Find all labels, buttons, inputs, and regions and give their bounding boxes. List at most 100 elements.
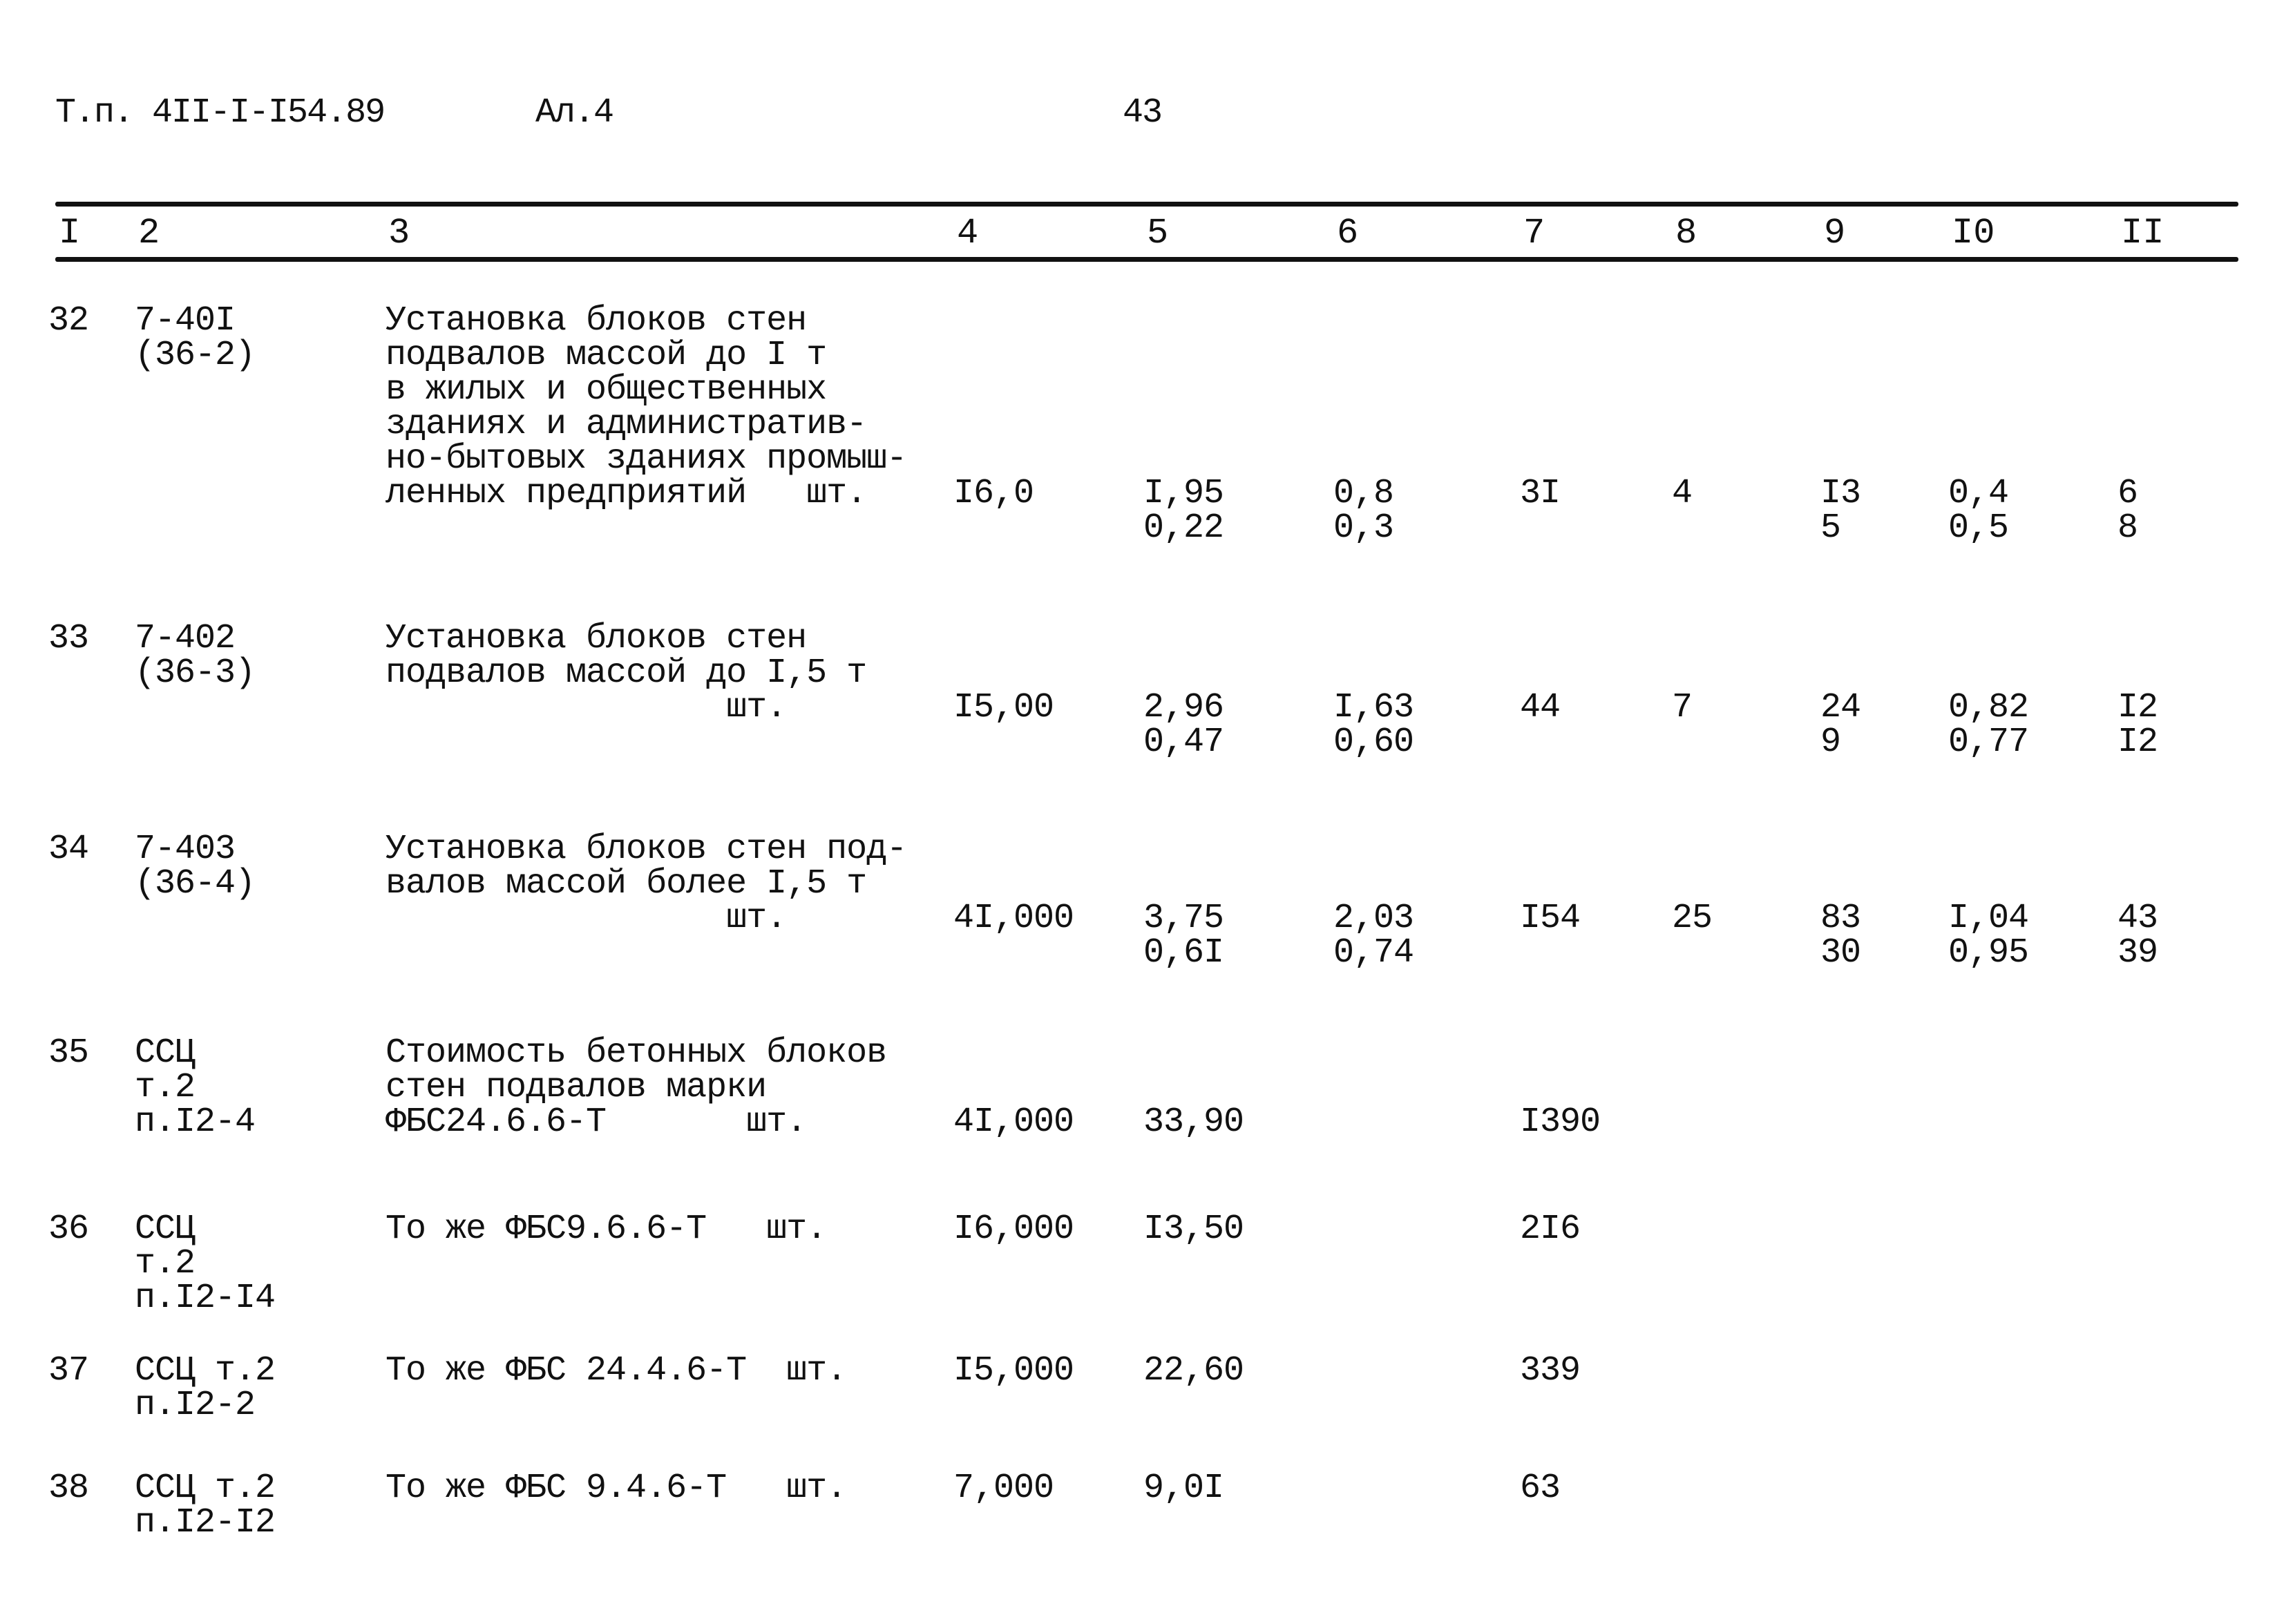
work-description-line: То же ФБС 9.4.6-Т шт. bbox=[386, 1469, 847, 1508]
row-number: 32 bbox=[48, 304, 89, 338]
column-header-5: 5 bbox=[1147, 213, 1169, 254]
cell-col-7-line: I390 bbox=[1520, 1102, 1601, 1142]
work-description: То же ФБС9.6.6-Т шт. bbox=[386, 1212, 827, 1247]
cell-col-11-line: 39 bbox=[2118, 933, 2158, 973]
work-description: Стоимость бетонных блоков стен подвалов м… bbox=[386, 1033, 887, 1140]
cell-col-9-line: 83 bbox=[1820, 899, 1861, 938]
column-header-3: 3 bbox=[388, 213, 410, 254]
cell-col-5-line: 0,47 bbox=[1143, 723, 1224, 762]
cell-col-5-line: 2,96 bbox=[1143, 688, 1224, 727]
page-number: 43 bbox=[1123, 93, 1163, 133]
norm-code: ССЦ т.2 п.I2-I2 bbox=[135, 1471, 276, 1542]
table-header-rule bbox=[55, 257, 2238, 262]
cell-col-7: 63 bbox=[1520, 1469, 1561, 1508]
column-header-7: 7 bbox=[1523, 213, 1545, 254]
cell-col-4-line: I5,000 bbox=[953, 1351, 1074, 1391]
column-header-9: 9 bbox=[1824, 213, 1846, 254]
cell-col-4-line: I6,000 bbox=[953, 1210, 1074, 1249]
cell-col-5-line: 0,22 bbox=[1143, 508, 1224, 548]
cell-col-10-line: 0,5 bbox=[1948, 508, 2009, 548]
cell-col-5-line: 22,60 bbox=[1143, 1351, 1244, 1391]
cell-col-8-line: 25 bbox=[1672, 899, 1713, 938]
cell-col-5: 2,96 0,47 bbox=[1143, 691, 1224, 760]
cell-col-11-line: 6 bbox=[2118, 474, 2138, 513]
cell-col-6: 0,8 0,3 bbox=[1333, 477, 1394, 548]
cell-col-10: 0,4 0,5 bbox=[1948, 474, 2009, 548]
cell-col-9-line: I3 bbox=[1820, 474, 1861, 513]
row-number: 38 bbox=[48, 1469, 89, 1508]
cell-col-11-line: 43 bbox=[2118, 899, 2158, 938]
column-header-8: 8 bbox=[1675, 213, 1697, 254]
cell-col-7-line: 3I bbox=[1520, 474, 1561, 513]
work-description: Установка блоков стен подвалов массой до … bbox=[386, 619, 867, 727]
cell-col-8: 7 bbox=[1672, 691, 1693, 725]
cell-col-7-line: I54 bbox=[1520, 899, 1581, 938]
cell-col-5-line: 0,6I bbox=[1143, 933, 1224, 973]
row-number-line: 37 bbox=[48, 1351, 89, 1391]
cell-col-10-line: 0,95 bbox=[1948, 933, 2029, 973]
norm-code-line: (36-3) bbox=[135, 653, 256, 693]
cell-col-4: I6,000 bbox=[953, 1212, 1074, 1247]
cell-col-5: 33,90 bbox=[1143, 1105, 1244, 1140]
cell-col-9-line: 30 bbox=[1820, 933, 1861, 973]
cell-col-7: 44 bbox=[1520, 691, 1561, 725]
row-number-line: 36 bbox=[48, 1210, 89, 1249]
norm-code-line: п.I2-I2 bbox=[135, 1503, 276, 1542]
row-number-line: 34 bbox=[48, 830, 89, 869]
cell-col-4-line: I6,0 bbox=[953, 474, 1034, 513]
norm-code-line: 7-403 bbox=[135, 830, 236, 869]
work-description: То же ФБС 24.4.6-Т шт. bbox=[386, 1351, 847, 1391]
cell-col-8: 4 bbox=[1672, 474, 1693, 513]
cell-col-9-line: 5 bbox=[1820, 508, 1841, 548]
cell-col-7-line: 339 bbox=[1520, 1351, 1581, 1391]
cell-col-5-line: I,95 bbox=[1143, 474, 1224, 513]
row-number: 34 bbox=[48, 830, 89, 869]
norm-code: 7-402 (36-3) bbox=[135, 619, 256, 693]
work-description-line: Стоимость бетонных блоков bbox=[386, 1033, 887, 1073]
cell-col-10: 0,82 0,77 bbox=[1948, 688, 2029, 760]
column-header-6: 6 bbox=[1337, 213, 1359, 254]
cell-col-6-line: 0,74 bbox=[1333, 933, 1414, 973]
work-description: Установка блоков стен под-валов массой б… bbox=[386, 830, 907, 936]
cell-col-10-line: 0,82 bbox=[1948, 688, 2029, 727]
cell-col-5: I3,50 bbox=[1143, 1212, 1244, 1247]
cell-col-11: 68 bbox=[2118, 477, 2138, 546]
cell-col-8: 25 bbox=[1672, 899, 1713, 938]
work-description-line: Установка блоков стен bbox=[386, 619, 807, 658]
norm-code-line: ССЦ bbox=[135, 1033, 196, 1073]
document-code: Т.п. 4II-I-I54.89 bbox=[55, 93, 386, 133]
cell-col-4-line: 7,000 bbox=[953, 1469, 1054, 1508]
cell-col-11-line: I2 bbox=[2118, 688, 2158, 727]
row-number-line: 35 bbox=[48, 1033, 89, 1073]
cell-col-10-line: I,04 bbox=[1948, 899, 2029, 938]
work-description-line: в жилых и общественных bbox=[386, 370, 827, 410]
row-number-line: 38 bbox=[48, 1469, 89, 1508]
cell-col-4: I5,00 bbox=[953, 691, 1054, 725]
cell-col-6: I,63 0,60 bbox=[1333, 691, 1414, 760]
cell-col-10-line: 0,4 bbox=[1948, 474, 2009, 513]
cell-col-8-line: 4 bbox=[1672, 474, 1693, 513]
cell-col-9: 83 30 bbox=[1820, 899, 1861, 973]
column-header-1: I bbox=[59, 213, 81, 254]
norm-code-line: 7-402 bbox=[135, 619, 236, 658]
norm-code: ССЦ т.2 п.I2-I4 bbox=[135, 1212, 276, 1316]
work-description-line: зданиях и административ- bbox=[386, 405, 867, 444]
cell-col-6-line: 0,3 bbox=[1333, 508, 1394, 548]
norm-code-line: т.2 bbox=[135, 1244, 196, 1283]
row-number: 36 bbox=[48, 1210, 89, 1249]
cell-col-7: 2I6 bbox=[1520, 1210, 1581, 1249]
column-header-10: I0 bbox=[1952, 213, 1995, 254]
norm-code: ССЦ т.2 п.I2-4 bbox=[135, 1033, 256, 1142]
cell-col-7: I54 bbox=[1520, 899, 1581, 938]
cell-col-5-line: 3,75 bbox=[1143, 899, 1224, 938]
norm-code-line: п.I2-4 bbox=[135, 1102, 256, 1142]
row-number: 33 bbox=[48, 622, 89, 656]
work-description-line: Установка блоков стен под- bbox=[386, 830, 907, 869]
cell-col-5: I,95 0,22 bbox=[1143, 477, 1224, 546]
work-description-line: То же ФБС 24.4.6-Т шт. bbox=[386, 1351, 847, 1391]
work-description-line: шт. bbox=[386, 688, 787, 727]
norm-code: 7-40I (36-2) bbox=[135, 304, 256, 373]
cell-col-7-line: 2I6 bbox=[1520, 1210, 1581, 1249]
cell-col-5: 22,60 bbox=[1143, 1354, 1244, 1388]
cell-col-7-line: 63 bbox=[1520, 1469, 1561, 1508]
